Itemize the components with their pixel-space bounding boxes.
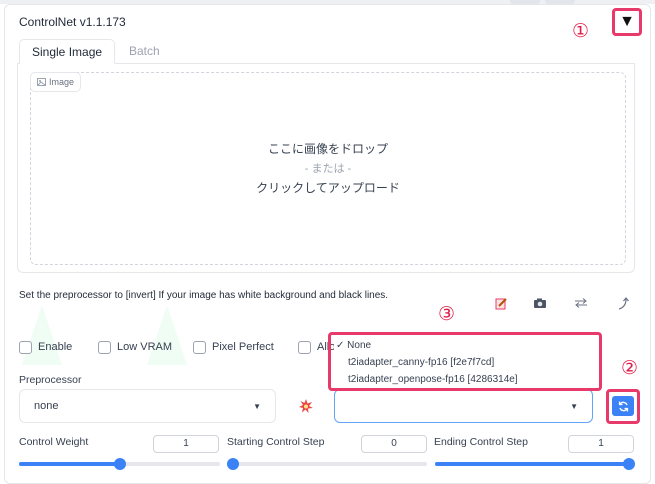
ending-step-input[interactable]: 1 — [568, 435, 634, 453]
swap-icon[interactable] — [567, 291, 595, 315]
curve-arrow-icon[interactable] — [609, 291, 637, 315]
drop-text-or: - または - — [304, 163, 352, 175]
checkbox-box[interactable] — [193, 340, 206, 354]
drop-text-main: ここに画像をドロップ — [267, 142, 388, 156]
preprocessor-value: none — [34, 400, 59, 412]
annotation-2: ② — [621, 358, 639, 379]
tab-single-image[interactable]: Single Image — [19, 39, 116, 64]
pixel-perfect-label: Pixel Perfect — [212, 341, 274, 353]
image-label-text: Image — [49, 76, 75, 87]
starting-step-label: Starting Control Step — [227, 436, 325, 448]
tab-batch[interactable]: Batch — [117, 39, 172, 64]
panel-title: ControlNet v1.1.173 — [19, 15, 126, 29]
background-tree-left — [22, 305, 62, 365]
pixel-perfect-checkbox[interactable]: Pixel Perfect — [193, 339, 274, 355]
image-label: Image — [30, 72, 82, 92]
invert-hint: Set the preprocessor to [invert] If your… — [19, 290, 389, 301]
chevron-down-icon: ▼ — [570, 401, 578, 411]
collapse-toggle-icon[interactable]: ▼ — [612, 8, 642, 36]
ending-step-slider[interactable] — [435, 458, 635, 470]
control-weight-input[interactable]: 1 — [153, 435, 219, 453]
edit-icon[interactable] — [487, 291, 515, 315]
checkbox-box[interactable] — [298, 340, 311, 354]
drop-text-upload: クリックしてアップロード — [256, 181, 400, 195]
preprocessor-select[interactable]: none ▼ — [19, 389, 276, 423]
slider-fill — [435, 462, 629, 466]
chevron-down-icon: ▼ — [253, 401, 261, 411]
background-tree-right — [147, 305, 187, 365]
run-preprocessor-icon[interactable] — [295, 395, 317, 417]
callout-box-refresh — [606, 389, 640, 424]
annotation-3: ③ — [438, 304, 456, 325]
checkbox-box[interactable] — [98, 340, 111, 354]
checkbox-box[interactable] — [19, 340, 32, 354]
low-vram-checkbox[interactable]: Low VRAM — [98, 339, 172, 355]
control-weight-slider[interactable] — [19, 458, 220, 470]
starting-step-input[interactable]: 0 — [361, 435, 427, 453]
ending-step-label: Ending Control Step — [434, 436, 528, 448]
starting-step-slider[interactable] — [227, 458, 427, 470]
enable-label: Enable — [38, 341, 73, 353]
control-weight-label: Control Weight — [19, 436, 89, 448]
low-vram-label: Low VRAM — [117, 341, 173, 353]
slider-fill — [19, 462, 120, 466]
slider-thumb[interactable] — [623, 458, 635, 470]
camera-icon[interactable] — [526, 291, 554, 315]
preprocessor-label: Preprocessor — [19, 374, 82, 386]
slider-thumb[interactable] — [227, 458, 239, 470]
slider-thumb[interactable] — [113, 458, 126, 470]
image-icon — [37, 78, 46, 86]
callout-box-model-list — [328, 332, 602, 391]
model-select[interactable]: ▼ — [334, 389, 593, 423]
enable-checkbox[interactable]: Enable — [19, 339, 72, 355]
annotation-1: ① — [572, 21, 590, 42]
